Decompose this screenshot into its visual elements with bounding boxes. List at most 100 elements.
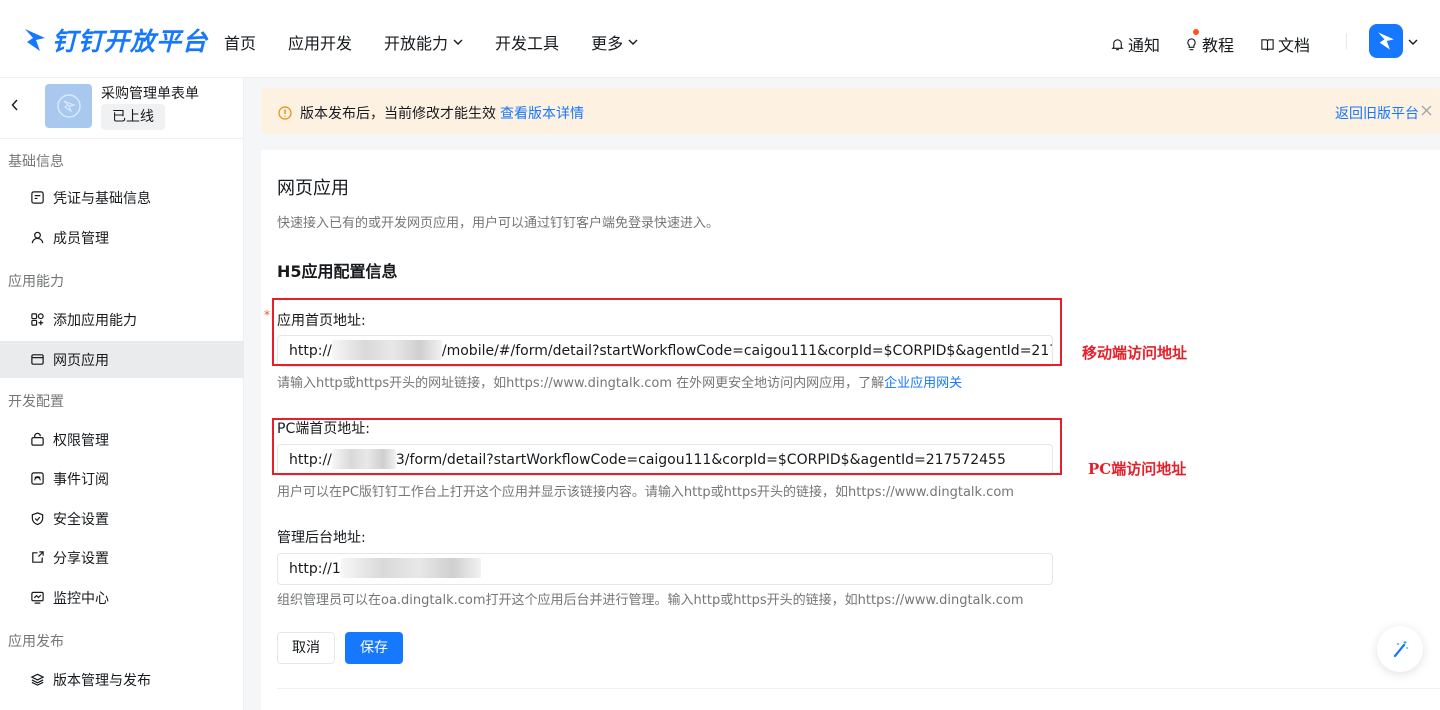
nav-dev-tools-label: 开发工具 [495,34,560,53]
section-title: H5应用配置信息 [277,262,398,281]
nav-open-capability-label: 开放能力 [384,34,449,53]
save-button[interactable]: 保存 [345,632,403,664]
notify-button[interactable]: 通知 [1110,32,1160,56]
docs-label: 文档 [1278,36,1311,55]
chevron-down-icon [453,39,463,45]
redacted-host [340,558,481,578]
sidebar-item-security[interactable]: 安全设置 [0,500,244,537]
credential-icon [31,191,44,204]
chevron-down-icon[interactable] [1408,37,1418,47]
info-icon [278,106,292,120]
close-icon[interactable] [1421,105,1432,116]
divider [277,688,1440,689]
sidebar-item-version-release[interactable]: 版本管理与发布 [0,661,244,698]
nav-home[interactable]: 首页 [224,30,256,54]
sidebar-item-label: 权限管理 [53,432,109,449]
sidebar-item-share[interactable]: 分享设置 [0,539,244,576]
sidebar-item-label: 安全设置 [53,511,109,528]
sidebar-item-label: 凭证与基础信息 [53,190,151,207]
app-header: 采购管理单表单 已上线 [0,78,243,139]
status-badge: 已上线 [101,104,165,130]
top-right-actions: 通知 教程 文档 [1110,24,1440,58]
dingtalk-avatar-icon [1378,32,1394,50]
book-icon [1261,38,1274,51]
mobile-url-annotation: 移动端访问地址 [1082,344,1188,362]
enterprise-gateway-link[interactable]: 企业应用网关 [884,376,962,391]
chevron-left-icon [11,99,18,111]
bell-icon [1111,38,1124,50]
sidebar-item-label: 版本管理与发布 [53,672,151,689]
sidebar-item-add-capability[interactable]: 添加应用能力 [0,301,244,338]
admin-url-input[interactable]: http://1 [277,553,1053,585]
divider [1346,33,1347,49]
sidebar-item-label: 分享设置 [53,550,109,567]
back-to-old-platform-link[interactable]: 返回旧版平台 [1335,103,1419,123]
group-title-app-capability: 应用能力 [8,274,64,290]
notification-dot [1193,29,1199,35]
shield-icon [31,512,44,526]
admin-url-help: 组织管理员可以在oa.dingtalk.com打开这个应用后台并进行管理。输入h… [277,593,1024,608]
group-title-app-publish: 应用发布 [8,634,64,650]
user-icon [31,231,44,244]
sidebar-item-label: 监控中心 [53,590,109,607]
ai-assistant-button[interactable] [1377,626,1423,672]
layers-icon [30,673,45,686]
magic-wand-icon [1393,641,1408,658]
web-app-config-panel: 网页应用 快速接入已有的或开发网页应用，用户可以通过钉钉客户端免登录快速进入。 … [261,150,1440,710]
brand-logo[interactable]: 钉钉开放平台 [22,22,208,58]
user-avatar[interactable] [1369,24,1403,58]
sidebar-item-label: 网页应用 [53,352,109,369]
sidebar-item-event-subscription[interactable]: 事件订阅 [0,460,244,497]
nav-more-label: 更多 [591,34,624,53]
sidebar: 采购管理单表单 已上线 基础信息 凭证与基础信息 成员管理 应用能力 添加应用能… [0,78,244,710]
version-notice-banner: 版本发布后，当前修改才能生效 查看版本详情 返回旧版平台 [261,88,1440,134]
browser-icon [31,354,44,365]
nav-home-label: 首页 [224,34,257,53]
sidebar-item-credentials[interactable]: 凭证与基础信息 [0,179,244,216]
monitor-icon [31,591,44,604]
app-thumbnail [45,84,92,128]
sidebar-item-label: 成员管理 [53,230,109,247]
lightbulb-icon [1187,37,1196,50]
tutorial-button[interactable]: 教程 [1184,29,1235,56]
dingtalk-logo-icon [25,29,45,51]
event-icon [31,472,44,485]
app-name: 采购管理单表单 [101,86,199,102]
pc-url-annotation: PC端访问地址 [1088,460,1187,478]
sidebar-item-web-app[interactable]: 网页应用 [0,341,244,378]
tutorial-label: 教程 [1202,36,1235,55]
notify-label: 通知 [1128,36,1161,55]
admin-url-label: 管理后台地址: [277,530,366,546]
group-title-dev-config: 开发配置 [8,394,64,410]
nav-more[interactable]: 更多 [591,30,638,54]
nav-open-capability[interactable]: 开放能力 [384,30,463,54]
permission-icon [31,432,44,446]
banner-text: 版本发布后，当前修改才能生效 [300,106,496,122]
app-logo-icon [56,94,81,118]
mobile-url-help: 请输入http或https开头的网址链接，如https://www.dingta… [277,372,962,391]
apps-icon [31,313,44,326]
docs-button[interactable]: 文档 [1260,32,1310,56]
nav-app-dev[interactable]: 应用开发 [288,30,352,54]
sidebar-item-label: 添加应用能力 [53,312,137,329]
back-button[interactable] [8,95,22,115]
sidebar-item-label: 事件订阅 [53,471,109,488]
nav-dev-tools[interactable]: 开发工具 [495,30,559,54]
brand-name: 钉钉开放平台 [52,27,209,56]
cancel-button[interactable]: 取消 [277,632,335,664]
page-description: 快速接入已有的或开发网页应用，用户可以通过钉钉客户端免登录快速进入。 [277,216,720,231]
main-nav: 首页 应用开发 开放能力 开发工具 更多 [224,30,670,54]
nav-app-dev-label: 应用开发 [288,34,353,53]
pc-url-help: 用户可以在PC版钉钉工作台上打开这个应用并显示该链接内容。请输入http或htt… [277,485,1014,500]
share-icon [32,551,44,563]
sidebar-item-members[interactable]: 成员管理 [0,219,244,256]
group-title-basic-info: 基础信息 [8,154,64,170]
page-title: 网页应用 [277,178,349,199]
view-version-details-link[interactable]: 查看版本详情 [500,103,584,123]
required-mark: * [264,308,270,322]
pc-url-highlight-box [272,418,1062,475]
sidebar-item-monitor[interactable]: 监控中心 [0,579,244,616]
sidebar-item-permissions[interactable]: 权限管理 [0,421,244,458]
banner-message: 版本发布后，当前修改才能生效 查看版本详情 [278,103,584,123]
top-navigation-bar: 钉钉开放平台 首页 应用开发 开放能力 开发工具 更多 通知 教程 文档 [0,0,1440,78]
